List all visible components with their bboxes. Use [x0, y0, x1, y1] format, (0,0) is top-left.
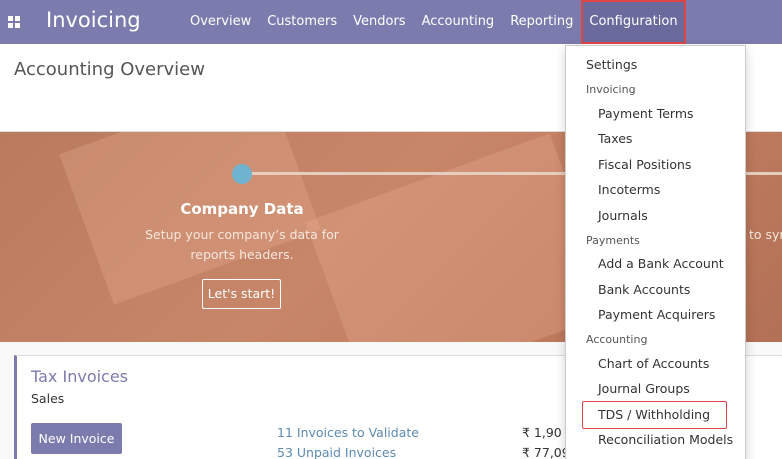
menu-vendors[interactable]: Vendors: [345, 0, 413, 44]
step-company-data-title: Company Data: [180, 200, 304, 218]
menu-accounting[interactable]: Accounting: [414, 0, 503, 44]
menu-item-chart-of-accounts[interactable]: Chart of Accounts: [566, 356, 745, 371]
menu-item-settings[interactable]: Settings: [566, 57, 745, 72]
lets-start-button[interactable]: Let's start!: [202, 279, 281, 309]
menu-configuration[interactable]: Configuration: [581, 0, 686, 44]
menu-item-bank-accounts[interactable]: Bank Accounts: [566, 282, 745, 297]
menu-item-taxes[interactable]: Taxes: [566, 131, 745, 146]
page-title: Accounting Overview: [14, 59, 205, 80]
app-brand[interactable]: Invoicing: [46, 8, 141, 32]
top-navbar: Invoicing Overview Customers Vendors Acc…: [0, 0, 782, 44]
unpaid-invoices-link[interactable]: 53 Unpaid Invoices: [277, 445, 396, 459]
new-invoice-button[interactable]: New Invoice: [31, 423, 122, 454]
menu-item-reconciliation-models[interactable]: Reconciliation Models: [566, 432, 745, 447]
menu-item-add-bank-account[interactable]: Add a Bank Account: [566, 256, 745, 271]
banner-background-shape: [59, 132, 321, 305]
menu-item-journals[interactable]: Journals: [566, 208, 745, 223]
invoices-to-validate-link[interactable]: 11 Invoices to Validate: [277, 425, 419, 440]
step-2-desc: to syn: [749, 227, 782, 242]
section-header-accounting: Accounting: [586, 333, 648, 346]
menu-overview[interactable]: Overview: [182, 0, 259, 44]
onboarding-step-dot: [232, 164, 252, 184]
step-desc-line: reports headers.: [190, 247, 294, 262]
menu-customers[interactable]: Customers: [259, 0, 345, 44]
invoices-to-validate-amount: ₹ 1,90: [522, 425, 562, 440]
step-desc-line: Setup your company’s data for: [145, 227, 339, 242]
menu-item-journal-groups[interactable]: Journal Groups: [566, 381, 745, 396]
menu-item-incoterms[interactable]: Incoterms: [566, 182, 745, 197]
menu-reporting[interactable]: Reporting: [502, 0, 581, 44]
section-header-payments: Payments: [586, 234, 640, 247]
menu-item-payment-acquirers[interactable]: Payment Acquirers: [566, 307, 745, 322]
menu-item-tds-withholding[interactable]: TDS / Withholding: [566, 407, 745, 422]
menu-item-fiscal-positions[interactable]: Fiscal Positions: [566, 157, 745, 172]
menu-item-payment-terms[interactable]: Payment Terms: [566, 106, 745, 121]
main-menu: Overview Customers Vendors Accounting Re…: [182, 0, 686, 44]
section-header-invoicing: Invoicing: [586, 83, 636, 96]
configuration-dropdown: Settings Invoicing Payment Terms Taxes F…: [565, 45, 746, 459]
apps-menu-icon[interactable]: [8, 16, 20, 28]
journal-title[interactable]: Tax Invoices: [31, 367, 128, 386]
journal-type: Sales: [31, 391, 65, 406]
step-company-data-desc: Setup your company’s data for reports he…: [120, 225, 364, 265]
unpaid-invoices-amount: ₹ 77,09: [522, 445, 570, 459]
